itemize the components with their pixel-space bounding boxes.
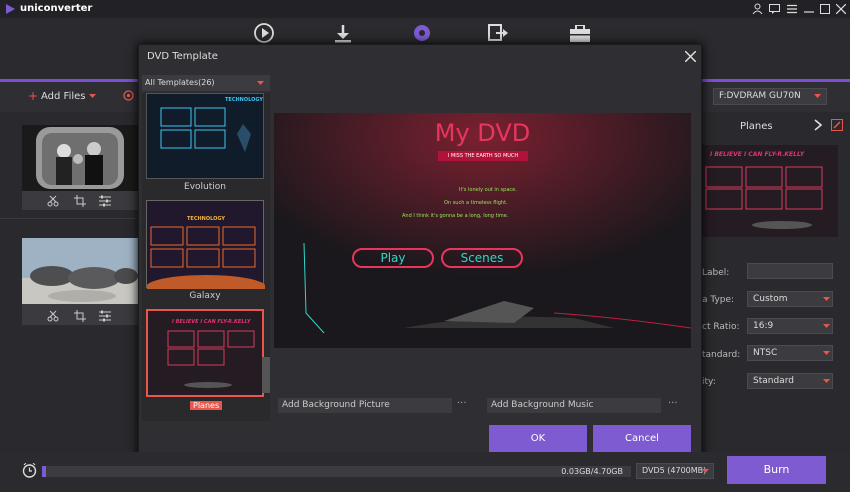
browse-picture-button[interactable]: ··· [457,398,467,409]
media-item[interactable] [22,238,138,325]
disc-usage-text: 0.03GB/4.70GB [561,467,623,476]
media-item[interactable] [22,125,138,210]
disc-usage-fill [42,466,46,477]
minimize-icon[interactable] [804,4,814,14]
output-drive-select[interactable]: F:DVDRAM GU70N [713,88,827,105]
chevron-down-icon [823,297,830,302]
preview-play-button: Play [352,248,434,268]
template-card-planes-label: Planes [190,401,223,410]
template-card-galaxy[interactable]: TECHNOLOGY [146,200,265,289]
tv-standard-value: NTSC [753,348,778,358]
browse-music-button[interactable]: ··· [668,398,678,409]
list-divider [0,218,138,219]
trim-icon[interactable] [47,195,59,207]
chevron-down-icon [823,351,830,356]
convert-icon[interactable] [253,22,275,44]
menu-type-value: Custom [753,294,788,304]
chevron-down-icon [257,81,264,86]
label-input[interactable] [747,263,833,279]
transfer-icon[interactable] [488,24,508,42]
preview-line: And I think it's gonna be a long, long t… [402,213,509,219]
template-card-galaxy-label: Galaxy [189,291,221,301]
crop-icon[interactable] [74,195,86,207]
template-filter-select[interactable]: All Templates(26) [142,75,270,91]
account-icon[interactable] [752,3,763,14]
close-icon[interactable] [685,51,696,62]
preview-title: My DVD [434,119,531,147]
title-bar [0,0,850,18]
effects-icon[interactable] [99,195,111,207]
chevron-down-icon [702,469,709,474]
template-card-evolution[interactable]: TECHNOLOGY [146,93,264,179]
menu-type-select[interactable]: Custom [747,291,833,307]
field-label: ity: [702,377,716,387]
template-filter-value: All Templates(26) [145,78,215,87]
output-drive-value: F:DVDRAM GU70N [719,91,801,101]
feedback-icon[interactable] [769,4,780,14]
dialog-title: DVD Template [147,51,218,62]
preview-subtitle: I MISS THE EARTH SO MUCH [438,151,528,161]
chevron-down-icon [823,379,830,384]
quality-select[interactable]: Standard [747,373,833,389]
close-window-icon[interactable] [836,4,846,14]
dvd-template-dialog: DVD Template All Templates(26) TECHNOLOG… [138,44,702,462]
effects-icon[interactable] [99,310,111,322]
menu-icon[interactable] [787,4,797,14]
preview-line: On such a timeless flight. [444,200,508,206]
template-name: Planes [740,121,773,132]
tv-standard-select[interactable]: NTSC [747,345,833,361]
burn-button[interactable]: Burn [727,456,826,484]
field-label: tandard: [702,350,741,360]
template-card-evolution-label: Evolution [184,182,226,192]
field-label: Label: [702,268,730,278]
aspect-ratio-select[interactable]: 16:9 [747,318,833,334]
template-card-planes[interactable]: I BELIEVE I CAN FLY-R.KELLY [146,309,264,397]
trim-icon[interactable] [47,310,59,322]
cancel-button[interactable]: Cancel [593,425,691,453]
chevron-right-icon[interactable] [814,119,822,131]
maximize-icon[interactable] [820,4,830,14]
field-label: a Type: [702,295,735,305]
field-label: ct Ratio: [702,322,740,332]
ok-button[interactable]: OK [489,425,587,453]
app-title: uniconverter [20,3,93,14]
download-icon[interactable] [335,25,351,43]
add-background-music-input[interactable]: Add Background Music [487,398,661,413]
chevron-down-icon [823,324,830,329]
timer-icon[interactable] [22,463,37,478]
app-logo-icon [5,4,15,14]
disc-type-value: DVD5 (4700MB) [642,466,707,475]
template-thumbnail: I BELIEVE I CAN FLY-R.KELLY [702,145,838,237]
preview-scenes-button: Scenes [441,248,523,268]
burn-disc-icon[interactable] [413,24,431,42]
aspect-ratio-value: 16:9 [753,321,774,331]
settings-icon[interactable] [123,90,134,101]
scrollbar-thumb[interactable] [262,357,270,393]
template-list[interactable]: TECHNOLOGY Evolution TECHNOLOGY Galaxy I… [142,93,270,421]
video-thumbnail [22,125,138,191]
video-thumbnail [22,238,138,304]
add-icon: + [28,89,39,103]
preview-line: It's lonely out in space. [459,187,517,193]
disc-usage-bar: 0.03GB/4.70GB [42,466,631,477]
edit-icon[interactable] [831,119,843,131]
add-background-picture-input[interactable]: Add Background Picture [278,398,452,413]
drive-dropdown-icon [814,94,821,99]
quality-value: Standard [753,376,794,386]
template-preview: My DVD I MISS THE EARTH SO MUCH It's lon… [274,113,691,348]
crop-icon[interactable] [74,310,86,322]
chevron-down-icon[interactable] [89,94,96,99]
toolbox-icon[interactable] [570,25,590,42]
add-files-button[interactable]: Add Files [41,91,85,102]
